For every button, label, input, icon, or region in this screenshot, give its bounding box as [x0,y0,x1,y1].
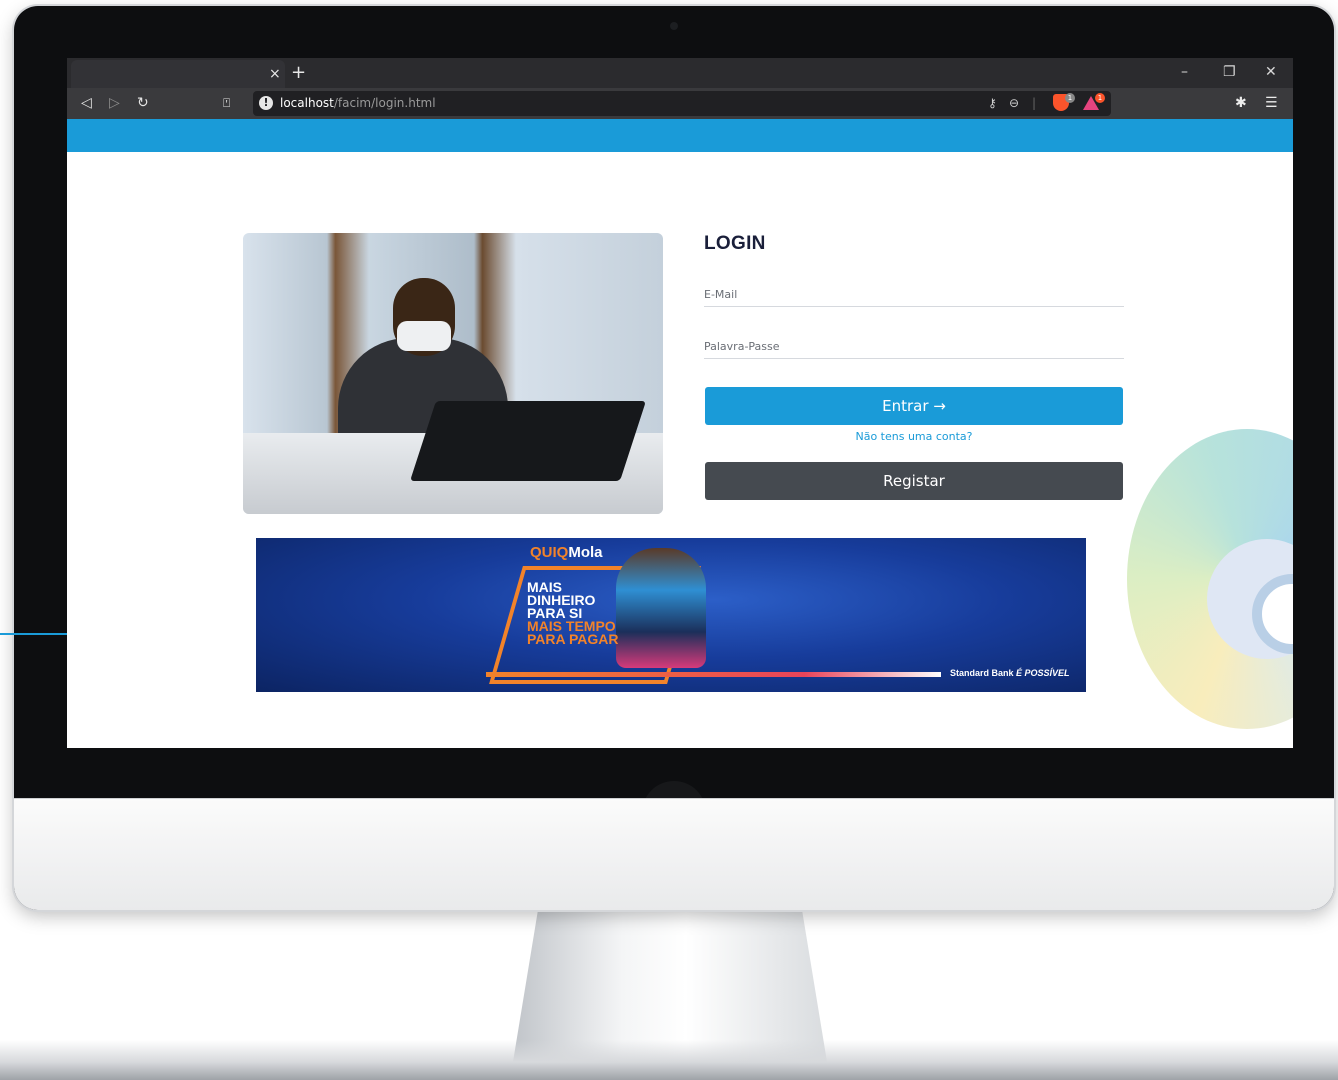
active-tab[interactable]: × [71,60,285,88]
url-host: localhost [280,96,334,110]
key-icon[interactable]: ⚷ [988,95,997,112]
site-info-icon[interactable]: ! [259,96,273,110]
reload-icon[interactable]: ↻ [137,93,149,113]
photo-face-mask [397,321,451,351]
header-band [67,119,1293,152]
banner-brand: QUIQMola [530,544,603,561]
banner-brand-suffix: Mola [568,544,603,561]
banner-figure [616,548,706,668]
shields-count-badge: 1 [1065,93,1075,103]
no-account-link[interactable]: Não tens uma conta? [705,430,1123,443]
enter-button[interactable]: Entrar → [705,387,1123,425]
password-field[interactable] [704,334,1124,359]
email-field[interactable] [704,282,1124,307]
banner-sponsor-name: Standard Bank [950,668,1014,678]
rewards-count-badge: 1 [1095,93,1105,103]
ad-banner[interactable]: QUIQMola MAIS DINHEIRO PARA SI MAIS TEMP… [256,538,1086,692]
restore-icon[interactable]: ❐ [1223,62,1236,82]
url-text[interactable]: localhost/facim/login.html [280,95,436,112]
register-button[interactable]: Registar [705,462,1123,500]
new-tab-icon[interactable]: + [291,62,306,84]
monitor-chin [14,798,1334,910]
banner-line-5: PARA PAGAR [527,631,619,647]
zoom-icon[interactable]: ⊖ [1009,95,1019,112]
stand-base-shadow [0,1040,1338,1080]
banner-tagline: É POSSÍVEL [1016,668,1070,678]
minimize-icon[interactable]: – [1181,62,1188,82]
tab-strip: × + – ❐ ✕ [67,58,1293,88]
browser-toolbar: ◁ ▷ ↻ ⍞ ! localhost/facim/login.html ⚷ ⊖… [67,88,1293,119]
webcam [670,22,678,30]
login-photo [243,233,663,514]
address-bar[interactable]: ! localhost/facim/login.html ⚷ ⊖ | 1 1 [253,91,1111,116]
url-divider: | [1032,96,1037,110]
photo-monitor [410,401,646,481]
url-path: /facim/login.html [333,96,436,110]
tab-close-icon[interactable]: × [269,64,281,84]
login-title: LOGIN [704,233,766,254]
banner-brand-prefix: QUIQ [530,544,569,561]
forward-icon[interactable]: ▷ [109,93,120,113]
browser-window: × + – ❐ ✕ ◁ ▷ ↻ ⍞ ! localhost/facim/logi… [67,58,1293,748]
extensions-icon[interactable]: ✱ [1235,93,1247,113]
back-icon[interactable]: ◁ [81,93,92,113]
menu-icon[interactable]: ☰ [1265,93,1278,113]
page-content: LOGIN Entrar → Não tens uma conta? Regis… [67,119,1293,748]
bookmark-icon[interactable]: ⍞ [223,93,230,113]
close-window-icon[interactable]: ✕ [1265,62,1277,82]
banner-stripe [486,672,941,677]
banner-sponsor: Standard Bank É POSSÍVEL [950,668,1070,678]
